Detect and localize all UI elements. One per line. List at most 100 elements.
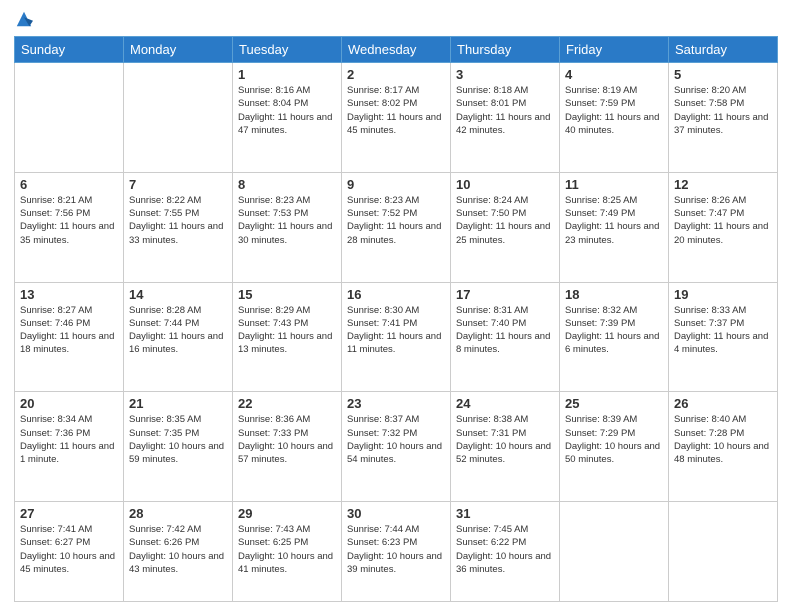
day-number: 18 (565, 287, 663, 302)
day-info: Sunrise: 8:31 AM Sunset: 7:40 PM Dayligh… (456, 304, 554, 357)
calendar-cell: 2 Sunrise: 8:17 AM Sunset: 8:02 PM Daylig… (342, 63, 451, 173)
calendar-cell: 15 Sunrise: 8:29 AM Sunset: 7:43 PM Dayli… (233, 282, 342, 392)
calendar-cell: 25Sunrise: 8:39 AM Sunset: 7:29 PM Dayli… (560, 392, 669, 502)
day-number: 5 (674, 67, 772, 82)
weekday-header-saturday: Saturday (669, 37, 778, 63)
calendar-cell: 22 Sunrise: 8:36 AM Sunset: 7:33 PM Dayli… (233, 392, 342, 502)
day-number: 24 (456, 396, 554, 411)
calendar-cell: 8 Sunrise: 8:23 AM Sunset: 7:53 PM Daylig… (233, 172, 342, 282)
calendar-cell (124, 63, 233, 173)
calendar-cell: 7 Sunrise: 8:22 AM Sunset: 7:55 PM Daylig… (124, 172, 233, 282)
calendar-cell: 21 Sunrise: 8:35 AM Sunset: 7:35 PM Dayli… (124, 392, 233, 502)
calendar-cell: 6 Sunrise: 8:21 AM Sunset: 7:56 PM Daylig… (15, 172, 124, 282)
calendar-cell: 17 Sunrise: 8:31 AM Sunset: 7:40 PM Dayli… (451, 282, 560, 392)
calendar-cell: 19 Sunrise: 8:33 AM Sunset: 7:37 PM Dayli… (669, 282, 778, 392)
weekday-header-monday: Monday (124, 37, 233, 63)
day-info: Sunrise: 7:44 AM Sunset: 6:23 PM Dayligh… (347, 523, 445, 576)
day-info: Sunrise: 8:23 AM Sunset: 7:52 PM Dayligh… (347, 194, 445, 247)
day-number: 20 (20, 396, 118, 411)
day-info: Sunrise: 8:23 AM Sunset: 7:53 PM Dayligh… (238, 194, 336, 247)
day-number: 22 (238, 396, 336, 411)
weekday-header-wednesday: Wednesday (342, 37, 451, 63)
calendar-week-row: 20 Sunrise: 8:34 AM Sunset: 7:36 PM Dayli… (15, 392, 778, 502)
logo (14, 10, 33, 28)
calendar-cell: 29 Sunrise: 7:43 AM Sunset: 6:25 PM Dayli… (233, 502, 342, 602)
day-info: Sunrise: 8:36 AM Sunset: 7:33 PM Dayligh… (238, 413, 336, 466)
weekday-header-sunday: Sunday (15, 37, 124, 63)
day-info: Sunrise: 8:32 AM Sunset: 7:39 PM Dayligh… (565, 304, 663, 357)
weekday-header-row: SundayMondayTuesdayWednesdayThursdayFrid… (15, 37, 778, 63)
calendar-cell: 28 Sunrise: 7:42 AM Sunset: 6:26 PM Dayli… (124, 502, 233, 602)
logo-icon (15, 10, 33, 28)
day-info: Sunrise: 8:16 AM Sunset: 8:04 PM Dayligh… (238, 84, 336, 137)
day-info: Sunrise: 8:24 AM Sunset: 7:50 PM Dayligh… (456, 194, 554, 247)
day-number: 15 (238, 287, 336, 302)
day-number: 2 (347, 67, 445, 82)
calendar-cell: 3 Sunrise: 8:18 AM Sunset: 8:01 PM Daylig… (451, 63, 560, 173)
calendar-cell: 26Sunrise: 8:40 AM Sunset: 7:28 PM Dayli… (669, 392, 778, 502)
calendar-cell: 18 Sunrise: 8:32 AM Sunset: 7:39 PM Dayli… (560, 282, 669, 392)
calendar-cell: 27 Sunrise: 7:41 AM Sunset: 6:27 PM Dayli… (15, 502, 124, 602)
day-number: 1 (238, 67, 336, 82)
calendar-cell (15, 63, 124, 173)
day-info: Sunrise: 7:42 AM Sunset: 6:26 PM Dayligh… (129, 523, 227, 576)
calendar-cell: 13 Sunrise: 8:27 AM Sunset: 7:46 PM Dayli… (15, 282, 124, 392)
page: SundayMondayTuesdayWednesdayThursdayFrid… (0, 0, 792, 612)
day-info: Sunrise: 8:37 AM Sunset: 7:32 PM Dayligh… (347, 413, 445, 466)
header (14, 10, 778, 28)
day-number: 17 (456, 287, 554, 302)
calendar-cell: 1 Sunrise: 8:16 AM Sunset: 8:04 PM Daylig… (233, 63, 342, 173)
day-info: Sunrise: 8:29 AM Sunset: 7:43 PM Dayligh… (238, 304, 336, 357)
calendar-cell: 30 Sunrise: 7:44 AM Sunset: 6:23 PM Dayli… (342, 502, 451, 602)
day-info: Sunrise: 8:27 AM Sunset: 7:46 PM Dayligh… (20, 304, 118, 357)
day-number: 25 (565, 396, 663, 411)
day-number: 28 (129, 506, 227, 521)
calendar-cell: 12Sunrise: 8:26 AM Sunset: 7:47 PM Dayli… (669, 172, 778, 282)
day-number: 11 (565, 177, 663, 192)
day-info: Sunrise: 7:41 AM Sunset: 6:27 PM Dayligh… (20, 523, 118, 576)
calendar-cell: 9 Sunrise: 8:23 AM Sunset: 7:52 PM Daylig… (342, 172, 451, 282)
day-info: Sunrise: 8:20 AM Sunset: 7:58 PM Dayligh… (674, 84, 772, 137)
day-info: Sunrise: 8:34 AM Sunset: 7:36 PM Dayligh… (20, 413, 118, 466)
day-info: Sunrise: 8:28 AM Sunset: 7:44 PM Dayligh… (129, 304, 227, 357)
day-info: Sunrise: 8:21 AM Sunset: 7:56 PM Dayligh… (20, 194, 118, 247)
calendar-cell: 10 Sunrise: 8:24 AM Sunset: 7:50 PM Dayli… (451, 172, 560, 282)
day-number: 9 (347, 177, 445, 192)
day-number: 7 (129, 177, 227, 192)
calendar-week-row: 27 Sunrise: 7:41 AM Sunset: 6:27 PM Dayli… (15, 502, 778, 602)
day-number: 31 (456, 506, 554, 521)
calendar-week-row: 6 Sunrise: 8:21 AM Sunset: 7:56 PM Daylig… (15, 172, 778, 282)
calendar-cell: 11 Sunrise: 8:25 AM Sunset: 7:49 PM Dayli… (560, 172, 669, 282)
day-number: 6 (20, 177, 118, 192)
logo-text (14, 10, 33, 28)
day-info: Sunrise: 7:45 AM Sunset: 6:22 PM Dayligh… (456, 523, 554, 576)
calendar-table: SundayMondayTuesdayWednesdayThursdayFrid… (14, 36, 778, 602)
calendar-cell: 4Sunrise: 8:19 AM Sunset: 7:59 PM Daylig… (560, 63, 669, 173)
day-number: 29 (238, 506, 336, 521)
day-info: Sunrise: 8:33 AM Sunset: 7:37 PM Dayligh… (674, 304, 772, 357)
calendar-cell: 16Sunrise: 8:30 AM Sunset: 7:41 PM Dayli… (342, 282, 451, 392)
day-number: 19 (674, 287, 772, 302)
day-number: 3 (456, 67, 554, 82)
day-number: 14 (129, 287, 227, 302)
day-info: Sunrise: 7:43 AM Sunset: 6:25 PM Dayligh… (238, 523, 336, 576)
calendar-cell: 20 Sunrise: 8:34 AM Sunset: 7:36 PM Dayli… (15, 392, 124, 502)
calendar-cell: 31 Sunrise: 7:45 AM Sunset: 6:22 PM Dayli… (451, 502, 560, 602)
calendar-cell: 24Sunrise: 8:38 AM Sunset: 7:31 PM Dayli… (451, 392, 560, 502)
day-number: 8 (238, 177, 336, 192)
day-info: Sunrise: 8:22 AM Sunset: 7:55 PM Dayligh… (129, 194, 227, 247)
day-info: Sunrise: 8:25 AM Sunset: 7:49 PM Dayligh… (565, 194, 663, 247)
day-number: 13 (20, 287, 118, 302)
weekday-header-tuesday: Tuesday (233, 37, 342, 63)
day-number: 30 (347, 506, 445, 521)
day-number: 10 (456, 177, 554, 192)
day-number: 12 (674, 177, 772, 192)
day-info: Sunrise: 8:35 AM Sunset: 7:35 PM Dayligh… (129, 413, 227, 466)
day-number: 21 (129, 396, 227, 411)
day-info: Sunrise: 8:18 AM Sunset: 8:01 PM Dayligh… (456, 84, 554, 137)
calendar-cell (560, 502, 669, 602)
day-info: Sunrise: 8:17 AM Sunset: 8:02 PM Dayligh… (347, 84, 445, 137)
day-number: 27 (20, 506, 118, 521)
calendar-cell (669, 502, 778, 602)
calendar-cell: 5 Sunrise: 8:20 AM Sunset: 7:58 PM Daylig… (669, 63, 778, 173)
